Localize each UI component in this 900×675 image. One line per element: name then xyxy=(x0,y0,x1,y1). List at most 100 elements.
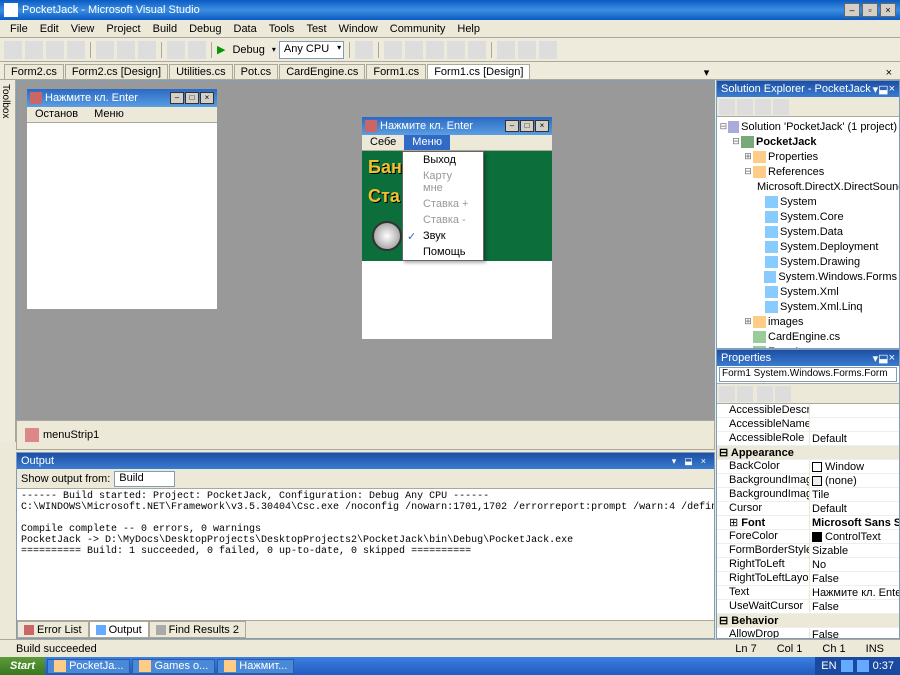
redo-button[interactable] xyxy=(188,41,206,59)
props-categorized-button[interactable] xyxy=(719,386,735,402)
copy-button[interactable] xyxy=(117,41,135,59)
menu-file[interactable]: File xyxy=(4,23,34,35)
menu-project[interactable]: Project xyxy=(100,23,146,35)
node-ref-forms[interactable]: System.Windows.Forms xyxy=(719,269,897,284)
form1-designer[interactable]: Нажмите кл. Enter – □ × Останов Меню xyxy=(27,89,217,309)
tb-extra4[interactable] xyxy=(447,41,465,59)
node-ref-data[interactable]: System.Data xyxy=(719,224,897,239)
solexp-refresh-button[interactable] xyxy=(755,99,771,115)
system-tray[interactable]: EN 0:37 xyxy=(815,657,900,675)
tb-extra6[interactable] xyxy=(497,41,515,59)
tab-pot[interactable]: Pot.cs xyxy=(234,64,279,79)
menu-help[interactable]: Help xyxy=(451,23,486,35)
clock[interactable]: 0:37 xyxy=(873,660,894,672)
tab-cardengine[interactable]: CardEngine.cs xyxy=(279,64,365,79)
solexp-close-icon[interactable]: × xyxy=(889,83,895,95)
props-events-button[interactable] xyxy=(775,386,791,402)
find-button[interactable] xyxy=(355,41,373,59)
output-source-dropdown[interactable]: Build xyxy=(114,471,174,487)
menu-item-exit[interactable]: Выход xyxy=(403,152,483,168)
tab-form2-cs[interactable]: Form2.cs xyxy=(4,64,64,79)
output-btn3[interactable] xyxy=(223,471,239,487)
tb-extra5[interactable] xyxy=(468,41,486,59)
output-log[interactable]: ------ Build started: Project: PocketJac… xyxy=(17,489,714,620)
menu-debug[interactable]: Debug xyxy=(183,23,227,35)
solexp-properties-button[interactable] xyxy=(719,99,735,115)
designer-surface[interactable]: Нажмите кл. Enter – □ × Останов Меню Наж… xyxy=(16,80,715,442)
output-pin-icon[interactable]: ⬓ xyxy=(684,456,693,467)
undo-button[interactable] xyxy=(167,41,185,59)
output-btn2[interactable] xyxy=(203,471,219,487)
node-ref-core[interactable]: System.Core xyxy=(719,209,897,224)
form2-max-button[interactable]: □ xyxy=(520,120,534,132)
node-ref-system[interactable]: System xyxy=(719,194,897,209)
tab-error-list[interactable]: Error List xyxy=(17,621,89,638)
output-btn1[interactable] xyxy=(183,471,199,487)
form2-menu-menu[interactable]: Меню xyxy=(404,135,450,150)
restore-button[interactable]: ▫ xyxy=(862,3,878,17)
menu-test[interactable]: Test xyxy=(300,23,332,35)
cut-button[interactable] xyxy=(96,41,114,59)
component-tray[interactable]: menuStrip1 xyxy=(16,420,715,450)
solexp-showall-button[interactable] xyxy=(737,99,753,115)
tb-extra1[interactable] xyxy=(384,41,402,59)
new-project-button[interactable] xyxy=(4,41,22,59)
tab-find-results[interactable]: Find Results 2 xyxy=(149,621,246,638)
node-ref-directx[interactable]: Microsoft.DirectX.DirectSound xyxy=(719,179,897,194)
tab-form1-cs[interactable]: Form1.cs xyxy=(366,64,426,79)
node-ref-xml[interactable]: System.Xml xyxy=(719,284,897,299)
node-project[interactable]: ⊟PocketJack xyxy=(719,134,897,149)
menu-build[interactable]: Build xyxy=(147,23,183,35)
open-button[interactable] xyxy=(25,41,43,59)
form1-menustrip[interactable]: Останов Меню xyxy=(27,107,217,123)
taskbar-app[interactable]: Нажмит... xyxy=(217,659,294,674)
start-debug-button[interactable]: Debug xyxy=(228,44,268,56)
tab-dropdown-icon[interactable]: ▾ xyxy=(700,66,714,79)
lang-indicator[interactable]: EN xyxy=(821,660,836,672)
taskbar-pocketjack[interactable]: PocketJa... xyxy=(47,659,130,674)
tab-close-button[interactable]: × xyxy=(882,67,896,79)
props-close-icon[interactable]: × xyxy=(889,352,895,364)
menu-item-sound[interactable]: ✓Звук xyxy=(403,228,483,244)
node-cardengine[interactable]: CardEngine.cs xyxy=(719,329,897,344)
menu-item-card[interactable]: Карту мне xyxy=(403,168,483,196)
output-btn4[interactable] xyxy=(243,471,259,487)
save-all-button[interactable] xyxy=(67,41,85,59)
node-ref-deployment[interactable]: System.Deployment xyxy=(719,239,897,254)
props-alpha-button[interactable] xyxy=(737,386,753,402)
form2-min-button[interactable]: – xyxy=(505,120,519,132)
tab-output[interactable]: Output xyxy=(89,621,149,638)
property-grid[interactable]: AccessibleDescript AccessibleName Access… xyxy=(717,404,899,638)
tray-icon-2[interactable] xyxy=(857,660,869,672)
props-props-button[interactable] xyxy=(757,386,773,402)
menu-item-bet-plus[interactable]: Ставка + xyxy=(403,196,483,212)
taskbar-games[interactable]: Games o... xyxy=(132,659,215,674)
node-solution[interactable]: ⊟Solution 'PocketJack' (1 project) xyxy=(719,119,897,134)
tb-extra7[interactable] xyxy=(518,41,536,59)
node-ref-drawing[interactable]: System.Drawing xyxy=(719,254,897,269)
form1-max-button[interactable]: □ xyxy=(185,92,199,104)
start-button[interactable]: Start xyxy=(0,657,45,675)
props-pin-icon[interactable]: ⬓ xyxy=(878,352,888,365)
form2-menu-self[interactable]: Себе xyxy=(362,135,404,150)
node-properties[interactable]: ⊞Properties xyxy=(719,149,897,164)
tray-icon-1[interactable] xyxy=(841,660,853,672)
menu-view[interactable]: View xyxy=(65,23,101,35)
solexp-pin-icon[interactable]: ⬓ xyxy=(878,83,888,96)
form1-menu-stop[interactable]: Останов xyxy=(27,107,86,122)
tb-extra2[interactable] xyxy=(405,41,423,59)
form2-close-button[interactable]: × xyxy=(535,120,549,132)
paste-button[interactable] xyxy=(138,41,156,59)
tb-extra3[interactable] xyxy=(426,41,444,59)
menu-item-bet-minus[interactable]: Ставка - xyxy=(403,212,483,228)
node-ref-xmllinq[interactable]: System.Xml.Linq xyxy=(719,299,897,314)
output-dropdown-icon[interactable]: ▾ xyxy=(672,456,677,467)
menu-community[interactable]: Community xyxy=(384,23,452,35)
node-images[interactable]: ⊞images xyxy=(719,314,897,329)
tab-utilities[interactable]: Utilities.cs xyxy=(169,64,233,79)
close-button[interactable]: × xyxy=(880,3,896,17)
solexp-view-button[interactable] xyxy=(773,99,789,115)
form1-min-button[interactable]: – xyxy=(170,92,184,104)
menu-tools[interactable]: Tools xyxy=(263,23,301,35)
form1-menu-menu[interactable]: Меню xyxy=(86,107,132,122)
